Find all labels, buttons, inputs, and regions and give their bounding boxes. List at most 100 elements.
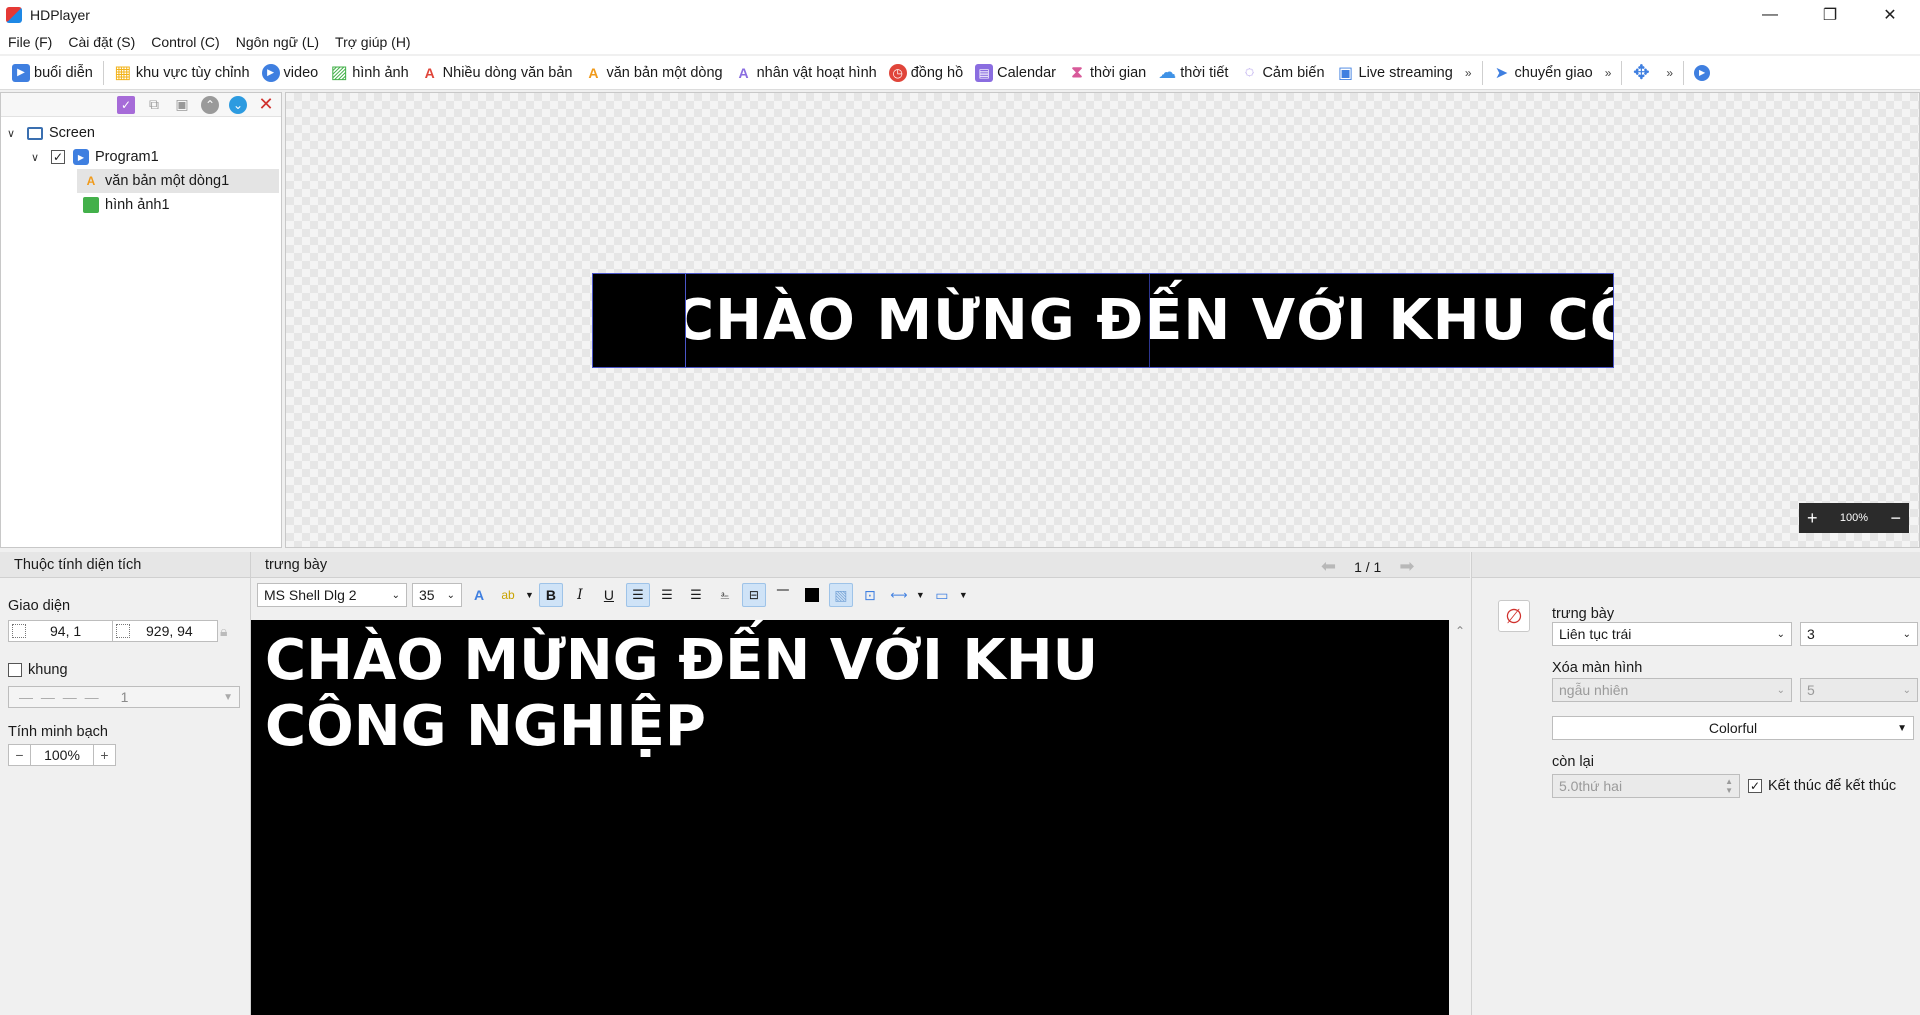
- align-top-button[interactable]: ⎺: [771, 583, 795, 607]
- frame-style-select[interactable]: — — — — 1 ▼: [8, 686, 240, 708]
- minimize-button[interactable]: —: [1740, 0, 1800, 30]
- tool-image[interactable]: ▨ hình ảnh: [324, 58, 414, 88]
- align-bottom-button[interactable]: ⎁: [713, 583, 737, 607]
- tool-transfer-label: chuyển giao: [1514, 64, 1593, 81]
- display-panel: trưng bày ⬅ 1 / 1 ➡ MS Shell Dlg 2 ⌄ 35 …: [250, 552, 1470, 1015]
- paste-icon[interactable]: ▣: [173, 96, 191, 114]
- frame-checkbox-row[interactable]: khung: [8, 662, 68, 678]
- align-right-button[interactable]: ☰: [684, 583, 708, 607]
- tree-item-program[interactable]: ∨ ✓ ▶ Program1: [31, 145, 159, 169]
- tool-play[interactable]: ▶: [1688, 58, 1720, 88]
- font-size-select[interactable]: 35 ⌄: [412, 583, 462, 607]
- tool-live-streaming[interactable]: ▣ Live streaming: [1331, 58, 1459, 88]
- menu-control[interactable]: Control (C): [151, 34, 219, 50]
- tool-transfer[interactable]: ➤ chuyển giao: [1487, 58, 1599, 88]
- preview-canvas[interactable]: CHÀO MỪNG ĐẾN VỚI KHU CÔNG NGHIỆP + 100%…: [285, 92, 1920, 548]
- align-left-button[interactable]: ☰: [625, 583, 650, 607]
- weather-icon: ☁: [1158, 62, 1177, 82]
- transparency-stepper[interactable]: − 100% +: [8, 744, 116, 766]
- underline-button[interactable]: U: [597, 583, 621, 607]
- font-family-select[interactable]: MS Shell Dlg 2 ⌄: [257, 583, 407, 607]
- increase-button[interactable]: +: [93, 745, 115, 765]
- toolbar-overflow-chevron-icon[interactable]: »: [1599, 66, 1618, 80]
- tool-weather[interactable]: ☁ thời tiết: [1152, 58, 1234, 88]
- frame-label: khung: [28, 662, 68, 678]
- copy-icon[interactable]: ⧉: [145, 96, 163, 114]
- tool-video[interactable]: ▶ video: [256, 58, 325, 88]
- zoom-out-button[interactable]: −: [1890, 508, 1901, 529]
- move-up-icon[interactable]: ⌃: [201, 95, 219, 114]
- remaining-time-spinbox[interactable]: 5.0thứ hai ▲ ▼: [1552, 774, 1740, 798]
- chevron-down-icon[interactable]: ∨: [7, 127, 21, 140]
- tool-multiline-text[interactable]: A Nhiều dòng văn bản: [415, 58, 579, 88]
- background-fill-icon[interactable]: ▭: [930, 583, 954, 607]
- zoom-in-button[interactable]: +: [1807, 508, 1818, 529]
- position-field[interactable]: 94, 1: [8, 620, 114, 642]
- display-speed-select[interactable]: 3 ⌄: [1800, 622, 1918, 646]
- bold-button[interactable]: B: [538, 583, 563, 607]
- display-effect-select[interactable]: Liên tục trái ⌄: [1552, 622, 1792, 646]
- italic-button[interactable]: I: [568, 583, 592, 607]
- menu-file[interactable]: File (F): [8, 34, 52, 50]
- text-color-swatch[interactable]: [800, 583, 824, 607]
- led-screen-area[interactable]: CHÀO MỪNG ĐẾN VỚI KHU CÔNG NGHIỆP: [592, 273, 1614, 368]
- menu-help[interactable]: Trợ giúp (H): [335, 34, 411, 50]
- tree-item-screen[interactable]: ∨ Screen: [7, 121, 95, 145]
- restore-button[interactable]: ❐: [1800, 0, 1860, 30]
- toolbar-overflow-chevron-icon[interactable]: »: [1459, 66, 1478, 80]
- tool-custom-area[interactable]: ▦ khu vực tùy chỉnh: [108, 58, 256, 88]
- tool-multiline-text-label: Nhiều dòng văn bản: [442, 64, 573, 81]
- end-to-end-checkbox-row[interactable]: ✓ Kết thúc để kết thúc: [1748, 778, 1896, 794]
- end-to-end-checkbox[interactable]: ✓: [1748, 779, 1762, 793]
- frame-checkbox[interactable]: [8, 663, 22, 677]
- menu-language[interactable]: Ngôn ngữ (L): [236, 34, 319, 50]
- clear-speed-select[interactable]: 5 ⌄: [1800, 678, 1918, 702]
- select-all-icon[interactable]: ✓: [117, 95, 135, 114]
- next-page-arrow-icon[interactable]: ➡: [1399, 556, 1414, 577]
- align-middle-button[interactable]: ⊟: [741, 583, 766, 607]
- prev-page-arrow-icon[interactable]: ⬅: [1321, 556, 1336, 577]
- menu-settings[interactable]: Cài đặt (S): [68, 34, 135, 50]
- tool-move[interactable]: ✥: [1626, 58, 1660, 88]
- font-size-value: 35: [419, 587, 435, 603]
- align-center-button[interactable]: ☰: [655, 583, 679, 607]
- tool-animated-text[interactable]: A nhân vật hoạt hình: [729, 58, 883, 88]
- no-effect-icon[interactable]: ∅: [1498, 600, 1530, 632]
- lock-icon[interactable]: 🔒︎: [220, 623, 227, 640]
- tree-item-single-line-text[interactable]: A văn bản một dòng1: [77, 169, 279, 193]
- spacing-icon[interactable]: ⟷: [887, 583, 911, 607]
- color-mode-select[interactable]: Colorful ▼: [1552, 716, 1914, 740]
- tool-single-line-text-label: văn bản một dòng: [606, 64, 723, 81]
- chevron-down-icon[interactable]: ∨: [31, 151, 45, 164]
- background-image-icon[interactable]: ▧: [828, 583, 853, 607]
- editor-scrollbar[interactable]: ⌃: [1450, 620, 1470, 1015]
- tool-program-label: buổi diễn: [34, 64, 93, 81]
- tool-calendar[interactable]: ▤ Calendar: [969, 58, 1062, 88]
- image-area[interactable]: [593, 274, 686, 367]
- move-down-icon[interactable]: ⌄: [229, 95, 247, 114]
- highlight-color-icon[interactable]: ab: [496, 583, 520, 607]
- tool-sensor[interactable]: ◌ Cảm biến: [1234, 58, 1330, 88]
- toolbar-overflow-chevron-icon[interactable]: »: [1660, 66, 1679, 80]
- chevron-down-icon[interactable]: ▼: [525, 590, 534, 600]
- tree-item-label: hình ảnh1: [105, 197, 170, 213]
- tool-time[interactable]: ⧗ thời gian: [1062, 58, 1152, 88]
- scroll-up-arrow-icon[interactable]: ⌃: [1455, 624, 1465, 1015]
- tool-clock[interactable]: ◷ đồng hồ: [883, 58, 969, 88]
- size-field[interactable]: 929, 94: [112, 620, 218, 642]
- tree-item-image[interactable]: hình ảnh1: [77, 193, 170, 217]
- tool-single-line-text[interactable]: A văn bản một dòng: [578, 58, 728, 88]
- clear-effect-select[interactable]: ngẫu nhiên ⌄: [1552, 678, 1792, 702]
- spin-arrows-icon[interactable]: ▲ ▼: [1725, 777, 1733, 795]
- fit-frame-icon[interactable]: ⊡: [858, 583, 882, 607]
- program-enabled-checkbox[interactable]: ✓: [51, 150, 65, 164]
- delete-icon[interactable]: ✕: [257, 94, 275, 114]
- tool-program[interactable]: ▶ buổi diễn: [6, 58, 99, 88]
- decrease-button[interactable]: −: [9, 745, 31, 765]
- program-icon: ▶: [12, 63, 30, 82]
- close-button[interactable]: ✕: [1860, 0, 1920, 30]
- text-effect-icon[interactable]: A: [467, 583, 491, 607]
- chevron-down-icon[interactable]: ▼: [959, 590, 968, 600]
- text-editor[interactable]: CHÀO MỪNG ĐẾN VỚI KHU CÔNG NGHIỆP: [251, 620, 1449, 1015]
- chevron-down-icon[interactable]: ▼: [916, 590, 925, 600]
